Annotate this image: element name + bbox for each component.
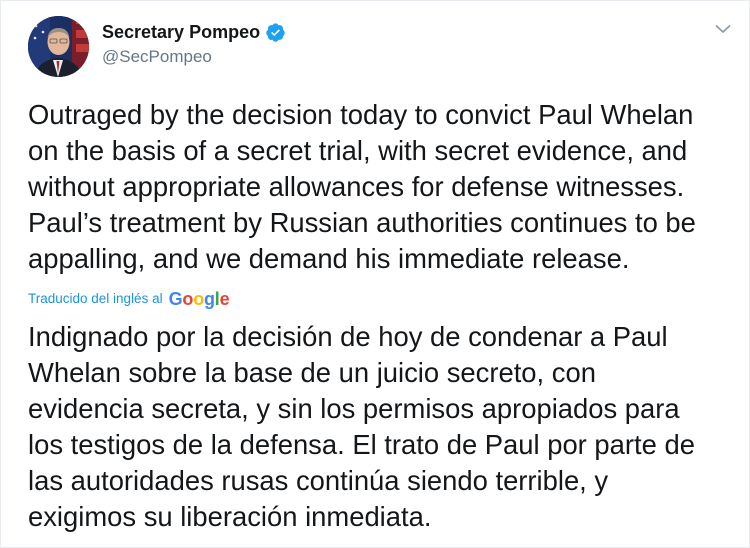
tweet-header: Secretary Pompeo @SecPompeo xyxy=(102,20,286,68)
translated-from-label[interactable]: Traducido del inglés al xyxy=(28,288,163,310)
translated-tweet-text: Indignado por la decisión de hoy de cond… xyxy=(28,321,695,532)
display-name[interactable]: Secretary Pompeo xyxy=(102,20,260,44)
verified-badge-icon xyxy=(266,22,285,42)
chevron-down-icon[interactable] xyxy=(713,19,733,39)
google-logo: Google xyxy=(168,289,230,309)
tweet-card: Secretary Pompeo @SecPompeo Outraged by … xyxy=(0,0,750,548)
avatar[interactable] xyxy=(28,16,89,77)
tweet-text: Outraged by the decision today to convic… xyxy=(28,99,696,274)
avatar-image xyxy=(28,16,89,77)
translation-attribution: Traducido del inglés al Google xyxy=(28,288,230,310)
user-handle[interactable]: @SecPompeo xyxy=(102,46,286,68)
name-row: Secretary Pompeo xyxy=(102,20,286,44)
